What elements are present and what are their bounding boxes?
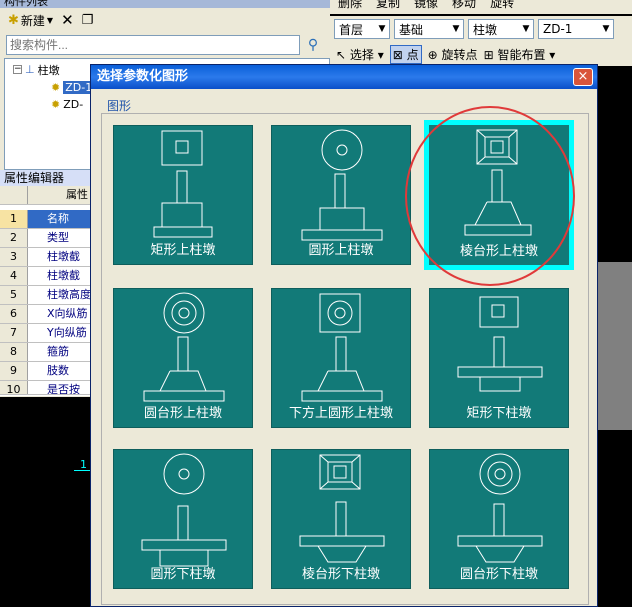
gear-icon: ✹ <box>51 98 61 111</box>
search-icon: ⚲ <box>307 37 319 53</box>
point-tool[interactable]: ⊠ 点 <box>389 44 422 64</box>
category-select[interactable]: 基础 ▼ <box>394 19 464 39</box>
select-tool[interactable]: ↖ 选择 ▾ <box>336 46 384 63</box>
shape-card[interactable]: 矩形下柱墩 <box>429 288 569 428</box>
cursor-icon: ↖ <box>336 47 347 62</box>
dialog-title: 选择参数化图形 <box>91 65 597 89</box>
chevron-down-icon: ▼ <box>602 24 610 34</box>
shape-card[interactable]: 圆台形下柱墩 <box>429 449 569 589</box>
rotate-point-tool[interactable]: ⊕ 旋转点 <box>428 46 478 63</box>
close-icon: ✕ <box>61 11 74 29</box>
filter-toolbar: 首层 ▼ 基础 ▼ 柱墩 ▼ ZD-1 ▼ <box>330 16 632 42</box>
chevron-down-icon: ▼ <box>522 24 530 34</box>
floor-select[interactable]: 首层 ▼ <box>334 19 390 39</box>
delete-button[interactable]: ✕ <box>59 10 76 30</box>
canvas-gray-region <box>598 262 632 430</box>
mirror-tool[interactable]: 镜像 <box>414 0 438 11</box>
move-tool[interactable]: 移动 <box>452 0 476 11</box>
shape-card[interactable]: 下方上圆形上柱墩 <box>271 288 411 428</box>
shape-card[interactable]: 圆台形上柱墩 <box>113 288 253 428</box>
chevron-down-icon: ▼ <box>46 15 54 25</box>
draw-toolbar: ↖ 选择 ▾ ⊠ 点 ⊕ 旋转点 ⊞ 智能布置 ▾ <box>330 42 632 66</box>
new-button[interactable]: ✱ 新建 ▼ <box>6 10 55 30</box>
component-toolbar: ✱ 新建 ▼ ✕ ❐ <box>0 8 330 32</box>
shape-card[interactable]: 圆形上柱墩 <box>271 125 411 265</box>
type-select[interactable]: 柱墩 ▼ <box>468 19 534 39</box>
new-icon: ✱ <box>8 12 19 28</box>
rotate-tool[interactable]: 旋转 <box>490 0 514 11</box>
tree-item[interactable]: ✹ ZD- <box>51 96 83 113</box>
shape-card[interactable]: 圆形下柱墩 <box>113 449 253 589</box>
shape-card[interactable]: 棱台形下柱墩 <box>271 449 411 589</box>
component-list-title: 构件列表 <box>0 0 330 8</box>
edit-toolbar: 删除 复制 镜像 移动 旋转 <box>330 0 632 14</box>
chevron-down-icon: ▼ <box>378 24 386 34</box>
chevron-down-icon: ▼ <box>452 24 460 34</box>
copy-icon: ❐ <box>81 12 94 28</box>
point-icon: ⊠ <box>392 47 403 62</box>
copy-button[interactable]: ❐ <box>80 10 96 30</box>
name-select[interactable]: ZD-1 ▼ <box>538 19 614 39</box>
gear-icon: ✹ <box>51 81 61 94</box>
tree-root[interactable]: − ⊥ 柱墩 <box>13 61 60 78</box>
collapse-icon: − <box>13 64 22 74</box>
copy-tool[interactable]: 复制 <box>376 0 400 11</box>
delete-tool[interactable]: 删除 <box>338 0 362 11</box>
highlight-circle <box>405 106 575 286</box>
smart-icon: ⊞ <box>483 47 494 62</box>
search-input[interactable] <box>6 35 300 55</box>
shape-card[interactable]: 矩形上柱墩 <box>113 125 253 265</box>
close-button[interactable]: × <box>573 68 593 86</box>
tree-item[interactable]: ✹ ZD-1 <box>51 79 95 96</box>
rotate-point-icon: ⊕ <box>427 47 438 62</box>
smart-place-tool[interactable]: ⊞ 智能布置 ▾ <box>484 46 556 63</box>
pier-icon: ⊥ <box>25 63 35 76</box>
search-button[interactable]: ⚲ <box>302 35 324 55</box>
group-label: 图形 <box>107 99 132 113</box>
